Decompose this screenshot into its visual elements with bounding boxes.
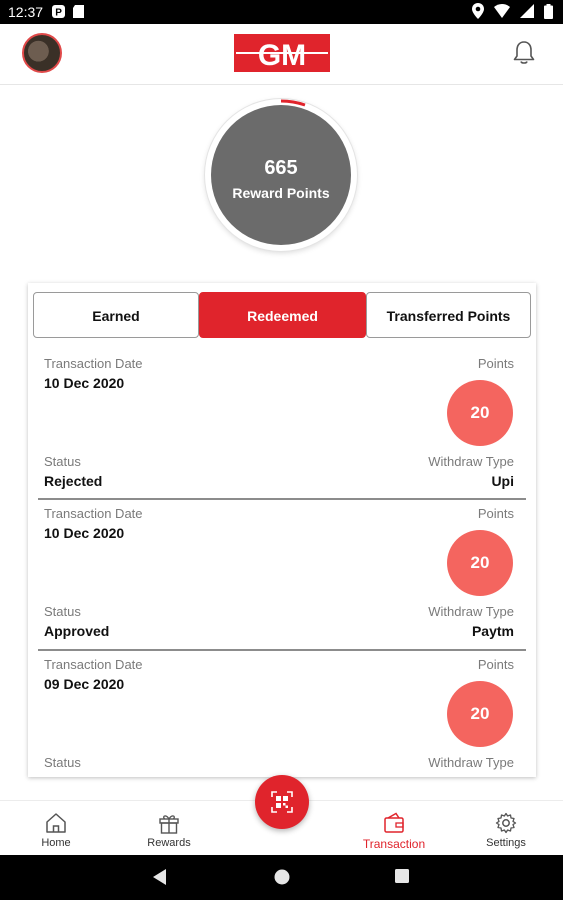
- status-label: Status: [44, 454, 81, 469]
- tab-earned[interactable]: Earned: [33, 292, 199, 338]
- notification-p-icon: P: [52, 5, 65, 18]
- wallet-icon: [384, 812, 404, 833]
- back-icon[interactable]: [153, 869, 167, 885]
- nav-home-label: Home: [41, 837, 71, 849]
- transaction-item[interactable]: Transaction Date 10 Dec 2020 Points 20 S…: [38, 356, 526, 506]
- points-label: Points: [477, 356, 514, 371]
- gift-icon: [159, 815, 179, 834]
- withdraw-type-label: Withdraw Type: [428, 755, 514, 770]
- withdraw-type-label: Withdraw Type: [428, 454, 514, 469]
- nav-transaction-label: Transaction: [362, 837, 426, 851]
- signal-icon: [520, 4, 534, 18]
- nav-transaction[interactable]: Transaction: [354, 801, 434, 855]
- transaction-date-label: Transaction Date: [44, 356, 143, 371]
- svg-text:P: P: [55, 8, 62, 19]
- nav-rewards-label: Rewards: [147, 837, 191, 849]
- recents-icon[interactable]: [395, 869, 409, 883]
- scan-qr-button[interactable]: [255, 775, 309, 829]
- avatar[interactable]: [22, 33, 62, 73]
- transaction-date-label: Transaction Date: [44, 506, 143, 521]
- points-label: Points: [477, 506, 514, 521]
- reward-points-circle: 665 Reward Points: [205, 99, 357, 251]
- sd-card-icon: [73, 5, 84, 18]
- wifi-icon: [494, 4, 510, 18]
- nav-home[interactable]: Home: [16, 801, 96, 855]
- points-badge: 20: [447, 380, 513, 446]
- status-label: Status: [44, 604, 81, 619]
- points-label: Reward Points: [232, 185, 330, 201]
- tab-transferred-points[interactable]: Transferred Points: [366, 292, 531, 338]
- transaction-item[interactable]: Transaction Date 09 Dec 2020 Points 20 S…: [38, 657, 526, 777]
- home-icon: [46, 813, 66, 833]
- status-value: Rejected: [44, 473, 103, 489]
- transaction-date-label: Transaction Date: [44, 657, 143, 672]
- withdraw-type-value: Upi: [491, 473, 514, 489]
- nav-settings-label: Settings: [486, 837, 526, 849]
- status-value: Approved: [44, 623, 110, 639]
- location-icon: [472, 3, 484, 19]
- transaction-date: 09 Dec 2020: [44, 676, 125, 692]
- points-disc: 665 Reward Points: [211, 105, 351, 245]
- transaction-tabs: Earned Redeemed Transferred Points: [33, 292, 531, 340]
- withdraw-type-label: Withdraw Type: [428, 604, 514, 619]
- nav-settings[interactable]: Settings: [466, 801, 546, 855]
- app-header: GM: [0, 24, 563, 85]
- qr-scan-icon: [271, 791, 293, 813]
- battery-icon: [544, 3, 553, 19]
- bell-icon[interactable]: [512, 40, 536, 66]
- transaction-item[interactable]: Transaction Date 10 Dec 2020 Points 20 S…: [38, 506, 526, 656]
- system-nav-bar: [0, 855, 563, 900]
- status-icons: [472, 3, 553, 19]
- points-badge: 20: [447, 530, 513, 596]
- status-label: Status: [44, 755, 81, 770]
- home-circle-icon[interactable]: [274, 869, 290, 885]
- transaction-date: 10 Dec 2020: [44, 375, 125, 391]
- withdraw-type-value: Paytm: [471, 623, 514, 639]
- divider: [38, 649, 526, 651]
- points-label: Points: [477, 657, 514, 672]
- tab-redeemed[interactable]: Redeemed: [199, 292, 366, 338]
- gear-icon: [495, 812, 517, 834]
- transactions-card: Earned Redeemed Transferred Points Trans…: [28, 283, 536, 777]
- logo-text: GM: [258, 39, 306, 72]
- status-time: 12:37: [8, 4, 44, 20]
- status-bar: 12:37 P: [0, 0, 563, 24]
- gm-logo: GM: [234, 34, 330, 72]
- points-badge: 20: [447, 681, 513, 747]
- divider: [38, 498, 526, 500]
- nav-rewards[interactable]: Rewards: [129, 801, 209, 855]
- points-value: 665: [264, 157, 298, 179]
- transaction-date: 10 Dec 2020: [44, 525, 125, 541]
